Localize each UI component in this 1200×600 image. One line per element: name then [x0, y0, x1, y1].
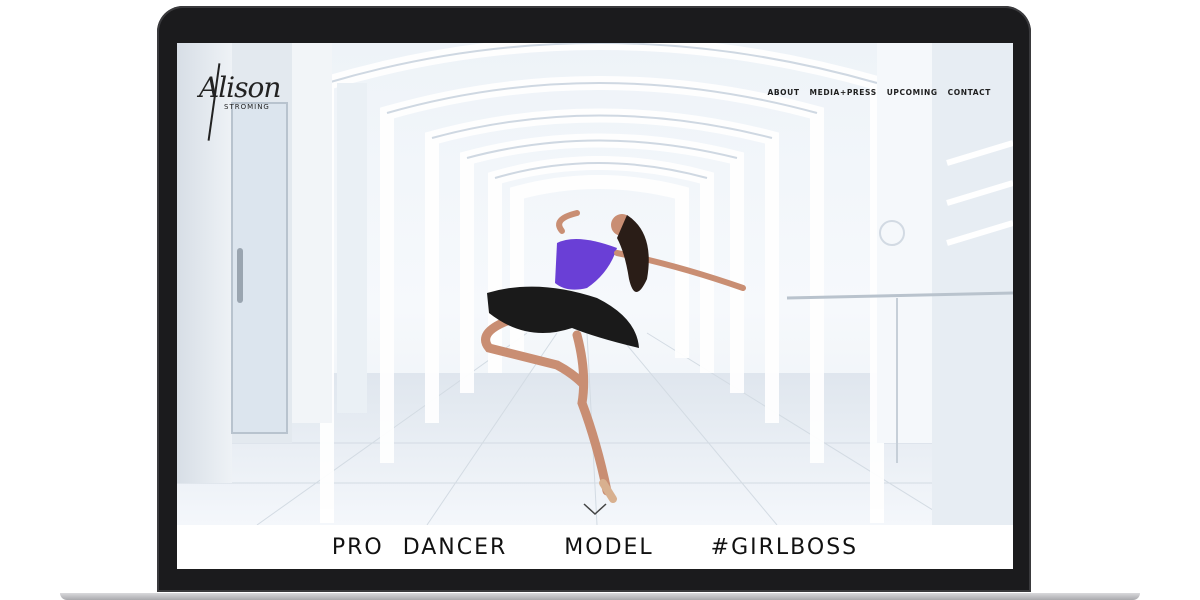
main-nav: ABOUT MEDIA+PRESS UPCOMING CONTACT [767, 88, 991, 97]
nav-upcoming[interactable]: UPCOMING [887, 88, 938, 97]
hero-scene [177, 43, 1013, 525]
tagline-bar: PRO DANCER MODEL #GIRLBOSS [177, 525, 1013, 569]
browser-screen: Alison STROMING ABOUT MEDIA+PRESS UPCOMI… [177, 43, 1013, 569]
logo-wordmark: STROMING [224, 103, 270, 111]
nav-contact[interactable]: CONTACT [948, 88, 991, 97]
laptop-base [60, 593, 1140, 600]
chevron-down-icon[interactable] [582, 501, 608, 517]
hero-image [177, 43, 1013, 525]
nav-media-press[interactable]: MEDIA+PRESS [810, 88, 877, 97]
tagline: PRO DANCER MODEL #GIRLBOSS [331, 534, 859, 560]
site-logo[interactable]: Alison STROMING [191, 53, 281, 148]
nav-about[interactable]: ABOUT [767, 88, 799, 97]
logo-script: Alison [199, 71, 281, 104]
